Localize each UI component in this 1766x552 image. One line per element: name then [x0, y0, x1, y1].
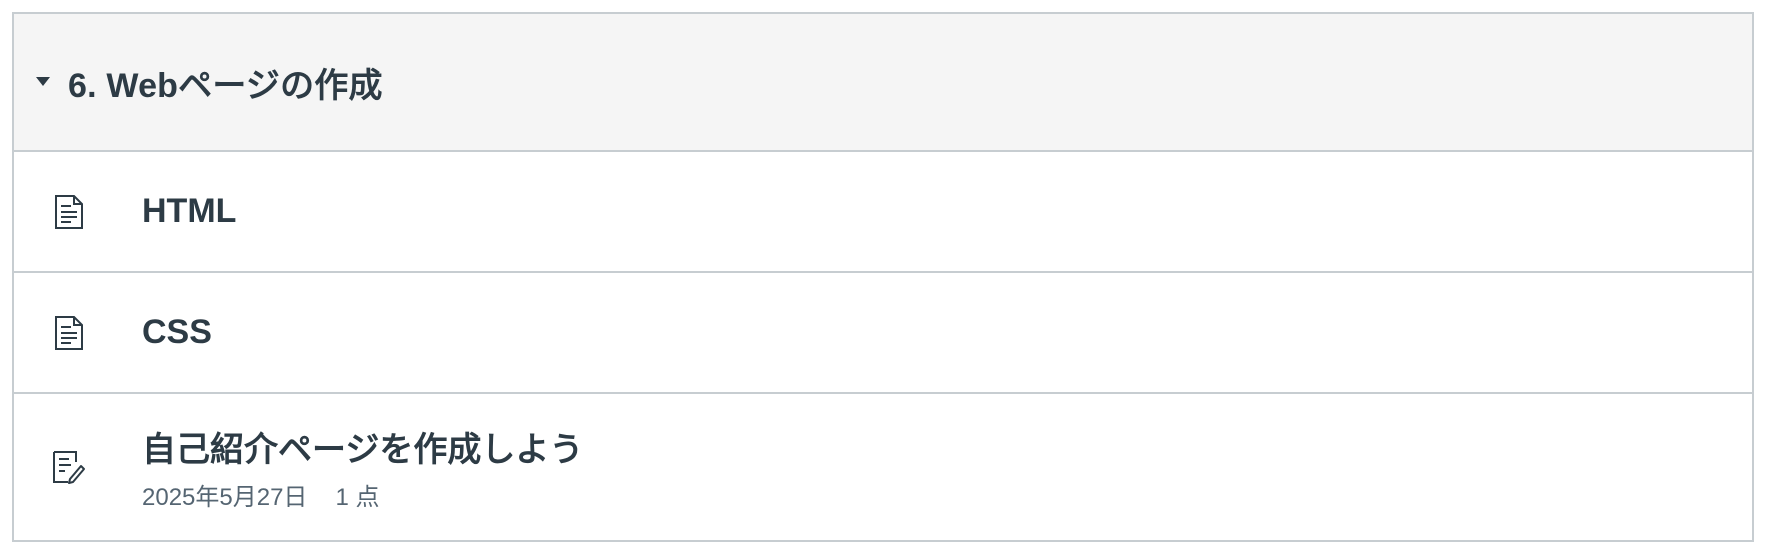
- collapse-triangle-icon[interactable]: [36, 75, 50, 89]
- module-title: 6. Webページの作成: [68, 66, 383, 105]
- points: 1 点: [335, 484, 380, 511]
- item-meta: 2025年5月27日 1 点: [142, 477, 583, 512]
- document-icon: [52, 314, 86, 352]
- module-header[interactable]: 6. Webページの作成: [14, 14, 1752, 152]
- item-title-link[interactable]: 自己紹介ページを作成しよう: [142, 422, 583, 471]
- document-icon: [52, 193, 86, 231]
- module-item[interactable]: HTML: [14, 152, 1752, 273]
- item-title-link[interactable]: HTML: [142, 192, 236, 231]
- item-title-link[interactable]: CSS: [142, 313, 212, 352]
- due-date: 2025年5月27日: [142, 484, 308, 511]
- module-container: 6. Webページの作成 HTML CSS 自己紹介ページを作成しよう 2025…: [12, 12, 1754, 542]
- assignment-edit-icon: [52, 448, 86, 486]
- module-item[interactable]: 自己紹介ページを作成しよう 2025年5月27日 1 点: [14, 394, 1752, 540]
- module-item[interactable]: CSS: [14, 273, 1752, 394]
